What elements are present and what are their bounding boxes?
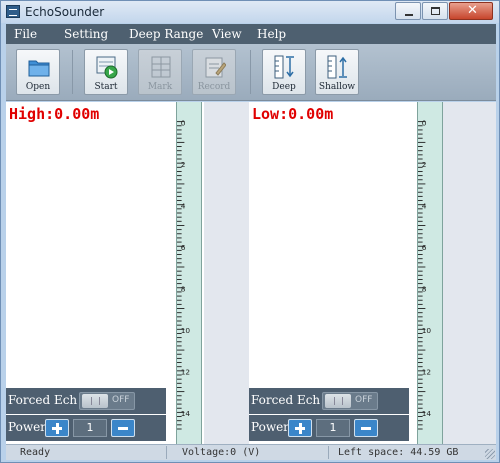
record-label: Record bbox=[197, 82, 231, 92]
play-chart-icon bbox=[96, 56, 118, 79]
ruler-tick-label: 4 bbox=[181, 201, 186, 210]
forced-echo-row-left: Forced Ech OFF bbox=[6, 388, 166, 414]
power-minus-button-left[interactable] bbox=[111, 419, 135, 437]
close-button[interactable]: ✕ bbox=[449, 2, 493, 20]
status-divider bbox=[166, 446, 167, 459]
start-label: Start bbox=[94, 82, 118, 92]
menu-deep-range[interactable]: Deep Range bbox=[129, 27, 203, 41]
ruler-tick-label: 14 bbox=[181, 409, 191, 418]
toolbar: Open Start Mark Record Deep Shallow bbox=[6, 44, 496, 101]
title-bar[interactable]: EchoSounder ✕ bbox=[1, 1, 499, 23]
power-plus-button-left[interactable] bbox=[45, 419, 69, 437]
ruler-tick-label: 4 bbox=[422, 201, 427, 210]
open-button[interactable]: Open bbox=[16, 49, 60, 95]
status-left-space: Left space: 44.59 GB bbox=[338, 447, 459, 458]
menu-help[interactable]: Help bbox=[257, 27, 286, 41]
minimize-button[interactable] bbox=[395, 2, 421, 20]
plus-icon-stroke bbox=[298, 423, 302, 434]
maximize-button[interactable] bbox=[422, 2, 448, 20]
forced-echo-row-right: Forced Ech OFF bbox=[249, 388, 409, 414]
low-depth-readout: Low:0.00m bbox=[252, 105, 334, 123]
ruler-tick-label: 10 bbox=[422, 326, 432, 335]
shallow-label: Shallow bbox=[318, 82, 356, 92]
menu-view[interactable]: View bbox=[212, 27, 242, 41]
depth-ruler-right: 0 2 4 6 8 10 12 14 bbox=[417, 102, 443, 444]
right-margin-area bbox=[443, 102, 496, 444]
depth-ruler-left: 0 2 4 6 8 10 12 14 bbox=[176, 102, 202, 444]
forced-echo-label: Forced Ech bbox=[8, 393, 78, 407]
maximize-icon bbox=[431, 7, 440, 15]
ruler-tick-label: 6 bbox=[422, 243, 427, 252]
toolbar-separator bbox=[250, 50, 251, 94]
mark-button[interactable]: Mark bbox=[138, 49, 182, 95]
record-notepad-icon bbox=[205, 57, 226, 78]
minimize-icon bbox=[405, 14, 413, 16]
power-plus-button-right[interactable] bbox=[288, 419, 312, 437]
mark-label: Mark bbox=[147, 82, 173, 92]
ruler-tick-label: 8 bbox=[422, 284, 427, 293]
toolbar-separator bbox=[72, 50, 73, 94]
power-minus-button-right[interactable] bbox=[354, 419, 378, 437]
window-controls: ✕ bbox=[394, 2, 493, 20]
status-bar: Ready Voltage:0 (V) Left space: 44.59 GB bbox=[6, 444, 496, 460]
open-label: Open bbox=[25, 82, 51, 92]
left-echo-panel: High:0.00m 0 2 4 6 8 10 12 14 Forced Ech OFF Po… bbox=[6, 102, 204, 444]
forced-echo-toggle-left[interactable]: OFF bbox=[79, 392, 135, 410]
forced-echo-label: Forced Ech bbox=[251, 393, 321, 407]
menu-file[interactable]: File bbox=[14, 27, 37, 41]
panel-gap bbox=[204, 102, 249, 444]
app-window: EchoSounder ✕ File Setting Deep Range Vi… bbox=[0, 0, 500, 463]
toggle-knob bbox=[82, 394, 108, 408]
forced-echo-toggle-right[interactable]: OFF bbox=[322, 392, 378, 410]
ruler-tick-label: 0 bbox=[422, 118, 427, 127]
ruler-tick-label: 8 bbox=[181, 284, 186, 293]
ruler-tick-label: 2 bbox=[181, 160, 186, 169]
deep-label: Deep bbox=[272, 82, 296, 92]
ruler-tick-label: 14 bbox=[422, 409, 432, 418]
deep-button[interactable]: Deep bbox=[262, 49, 306, 95]
menu-setting[interactable]: Setting bbox=[64, 27, 108, 41]
power-label: Power bbox=[251, 420, 289, 434]
window-title: EchoSounder bbox=[25, 5, 105, 19]
status-ready: Ready bbox=[20, 447, 51, 458]
mark-grid-icon bbox=[151, 56, 171, 78]
toggle-knob bbox=[325, 394, 351, 408]
shallow-ruler-icon bbox=[327, 55, 347, 79]
folder-icon bbox=[28, 60, 50, 77]
ruler-tick-label: 12 bbox=[181, 368, 190, 377]
shallow-button[interactable]: Shallow bbox=[315, 49, 359, 95]
ruler-tick-label: 10 bbox=[181, 326, 191, 335]
record-button[interactable]: Record bbox=[192, 49, 236, 95]
start-button[interactable]: Start bbox=[84, 49, 128, 95]
ruler-tick-label: 2 bbox=[422, 160, 427, 169]
toggle-state-text: OFF bbox=[112, 395, 130, 405]
status-voltage: Voltage:0 (V) bbox=[182, 447, 261, 458]
plus-icon-stroke bbox=[55, 423, 59, 434]
power-value-left[interactable]: 1 bbox=[73, 419, 107, 437]
power-label: Power bbox=[8, 420, 46, 434]
deep-ruler-icon bbox=[274, 55, 294, 79]
resize-grip-icon[interactable] bbox=[485, 449, 495, 459]
ruler-tick-label: 12 bbox=[422, 368, 431, 377]
close-icon: ✕ bbox=[467, 3, 478, 18]
status-divider bbox=[328, 446, 329, 459]
menu-bar: File Setting Deep Range View Help bbox=[6, 24, 496, 44]
toggle-state-text: OFF bbox=[355, 395, 373, 405]
high-depth-readout: High:0.00m bbox=[9, 105, 100, 123]
power-row-right: Power 1 bbox=[249, 415, 409, 441]
ruler-tick-label: 0 bbox=[181, 118, 186, 127]
power-row-left: Power 1 bbox=[6, 415, 166, 441]
right-echo-panel: Low:0.00m 0 2 4 6 8 10 12 14 Forced Ech OFF Pow… bbox=[249, 102, 443, 444]
app-logo-icon bbox=[6, 5, 20, 18]
minus-icon bbox=[118, 427, 128, 430]
power-value-right[interactable]: 1 bbox=[316, 419, 350, 437]
ruler-tick-label: 6 bbox=[181, 243, 186, 252]
minus-icon bbox=[361, 427, 371, 430]
